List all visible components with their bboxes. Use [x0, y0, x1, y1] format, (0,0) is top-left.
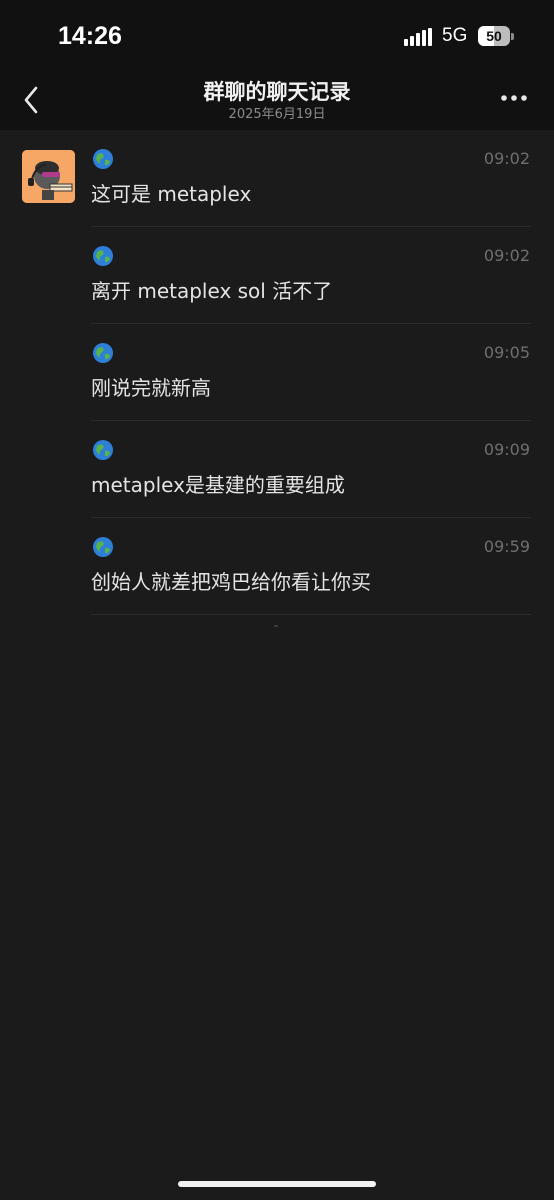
message-time: 09:05	[483, 343, 530, 362]
status-time: 14:26	[58, 22, 122, 50]
message-time: 09:02	[483, 149, 530, 168]
globe-icon	[93, 440, 113, 460]
message-time: 09:09	[483, 440, 530, 459]
message-text: 刚说完就新高	[91, 376, 211, 400]
message-text: 创始人就差把鸡巴给你看让你买	[91, 570, 371, 594]
globe-icon	[93, 149, 113, 169]
message-time: 09:02	[483, 246, 530, 265]
page-title: 群聊的聊天记录	[203, 80, 351, 104]
nav-bar: 群聊的聊天记录 2025年6月19日	[0, 70, 554, 130]
message-text: metaplex是基建的重要组成	[91, 473, 345, 497]
network-label: 5G	[442, 25, 468, 46]
end-marker	[274, 625, 278, 627]
message-text: 这可是 metaplex	[91, 182, 252, 206]
avatar-image	[22, 150, 75, 203]
message-item[interactable]: 09:05 刚说完就新高	[91, 324, 531, 421]
battery-level: 50	[486, 28, 502, 44]
message-item[interactable]: 09:09 metaplex是基建的重要组成	[91, 421, 531, 518]
chat-history[interactable]: 09:02 这可是 metaplex 09:02 离开 metaplex sol…	[0, 130, 554, 1200]
ellipsis-icon	[501, 95, 527, 101]
page-subtitle: 2025年6月19日	[228, 107, 326, 122]
more-button[interactable]	[494, 84, 534, 114]
home-indicator[interactable]	[178, 1181, 376, 1187]
globe-icon	[93, 246, 113, 266]
status-bar: 14:26 5G 50	[0, 0, 554, 70]
message-time: 09:59	[483, 537, 530, 556]
message-item[interactable]: 09:02 这可是 metaplex	[91, 130, 531, 227]
globe-icon	[93, 343, 113, 363]
message-text: 离开 metaplex sol 活不了	[91, 279, 333, 303]
signal-icon	[404, 28, 432, 46]
avatar[interactable]	[22, 150, 75, 203]
globe-icon	[93, 537, 113, 557]
battery-icon: 50	[478, 26, 514, 46]
message-item[interactable]: 09:02 离开 metaplex sol 活不了	[91, 227, 531, 324]
message-item[interactable]: 09:59 创始人就差把鸡巴给你看让你买	[91, 518, 531, 615]
